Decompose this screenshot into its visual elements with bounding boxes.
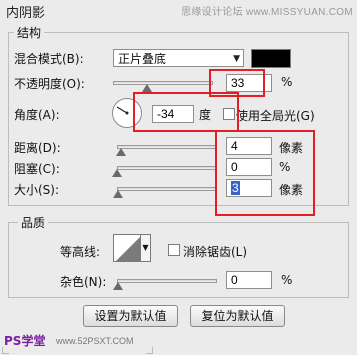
quality-legend: 品质 (18, 214, 49, 231)
opacity-slider-thumb[interactable] (142, 84, 152, 92)
blend-mode-value: 正片叠底 (118, 52, 167, 66)
blend-mode-label: 混合模式(B): (14, 52, 84, 66)
noise-input[interactable]: 0 (226, 271, 272, 289)
watermark-bottom: www.52PSXT.COM (56, 336, 134, 346)
antialias-label: 消除锯齿(L) (183, 245, 248, 259)
size-label: 大小(S): (14, 183, 60, 197)
reset-default-button[interactable]: 复位为默认值 (190, 305, 285, 327)
noise-unit: % (281, 273, 293, 287)
choke-slider-thumb[interactable] (112, 169, 122, 177)
contour-curve-icon (116, 237, 140, 261)
size-slider[interactable] (117, 187, 217, 191)
ps-xuetang-logo: PS学堂 (4, 334, 46, 348)
noise-value: 0 (231, 273, 238, 287)
contour-picker[interactable] (113, 234, 141, 262)
size-slider-thumb[interactable] (113, 190, 123, 198)
noise-label: 杂色(N): (60, 275, 107, 289)
opacity-unit: % (281, 75, 293, 89)
corner-mark-left (2, 347, 9, 354)
opacity-slider[interactable] (113, 81, 213, 85)
panel-title: 内阴影 (6, 6, 46, 21)
corner-mark-right (146, 347, 153, 354)
make-default-button[interactable]: 设置为默认值 (83, 305, 178, 327)
choke-label: 阻塞(C): (14, 162, 60, 176)
annotation-box-angle (133, 92, 239, 132)
angle-label: 角度(A): (14, 108, 60, 122)
opacity-label: 不透明度(O): (14, 77, 85, 91)
global-light-label: 使用全局光(G) (236, 109, 315, 123)
antialias-checkbox[interactable] (168, 244, 180, 256)
distance-label: 距离(D): (14, 141, 61, 155)
contour-dropdown-button[interactable]: ▼ (141, 234, 151, 262)
annotation-box-distance-choke-size (215, 130, 315, 216)
chevron-down-icon: ▼ (142, 243, 149, 252)
choke-slider[interactable] (117, 166, 217, 170)
blend-color-swatch[interactable] (251, 49, 291, 68)
blend-mode-select[interactable]: 正片叠底 ▼ (113, 49, 244, 67)
distance-slider-thumb[interactable] (116, 148, 126, 156)
structure-legend: 结构 (14, 24, 45, 41)
noise-slider[interactable] (117, 279, 217, 283)
watermark-top: 思缘设计论坛 www.MISSYUAN.COM (181, 7, 353, 18)
chevron-down-icon: ▼ (233, 54, 240, 64)
contour-label: 等高线: (60, 245, 101, 259)
distance-slider[interactable] (117, 145, 217, 149)
noise-slider-thumb[interactable] (113, 282, 123, 290)
